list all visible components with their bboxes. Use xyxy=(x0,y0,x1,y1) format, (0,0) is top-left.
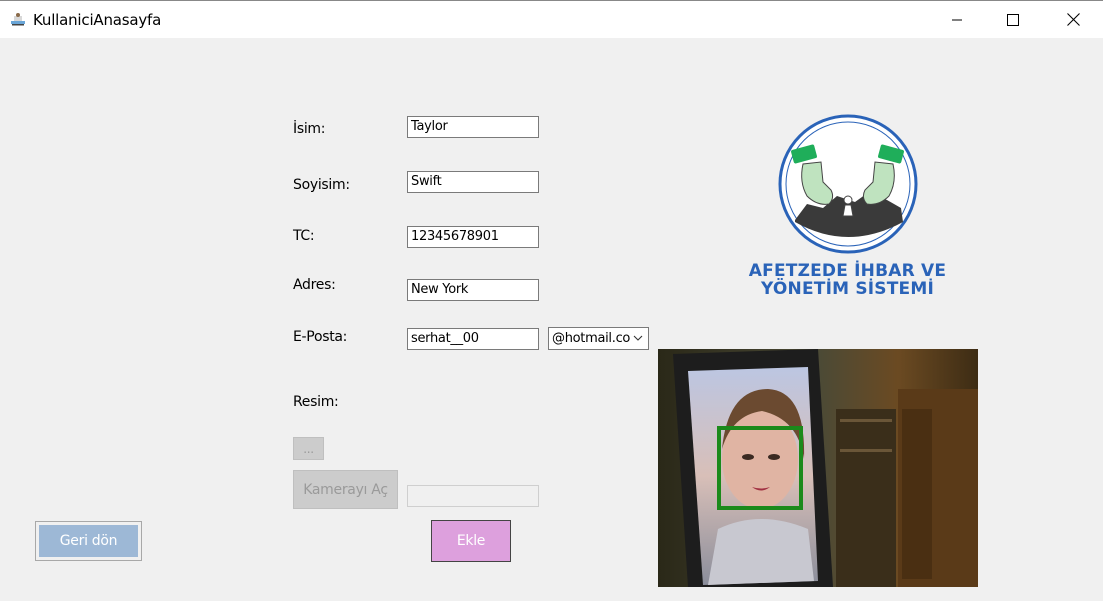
logo-line-2: YÖNETİM SİSTEMİ xyxy=(760,279,935,299)
adres-input[interactable]: New York xyxy=(407,279,539,301)
minimize-button[interactable] xyxy=(934,1,980,38)
browse-label: ... xyxy=(303,441,314,456)
logo-line-1: AFETZEDE İHBAR VE xyxy=(748,261,947,281)
isim-label: İsim: xyxy=(293,121,326,137)
soyisim-label: Soyisim: xyxy=(293,177,350,193)
chevron-down-icon xyxy=(633,335,643,341)
browse-button[interactable]: ... xyxy=(293,437,324,460)
eposta-label: E-Posta: xyxy=(293,329,348,345)
back-button[interactable]: Geri dön xyxy=(35,521,142,561)
window-title: KullaniciAnasayfa xyxy=(33,11,162,29)
image-path-input[interactable] xyxy=(407,485,539,507)
close-icon xyxy=(1066,13,1080,26)
soyisim-input[interactable]: Swift xyxy=(407,171,539,193)
maximize-icon xyxy=(1007,13,1019,26)
isim-input[interactable]: Taylor xyxy=(407,116,539,138)
eposta-domain-value: @hotmail.co xyxy=(552,331,631,346)
open-camera-label: Kamerayı Aç xyxy=(303,481,388,498)
minimize-icon xyxy=(952,19,962,20)
add-label: Ekle xyxy=(456,533,486,549)
app-icon xyxy=(11,13,25,26)
tc-input[interactable]: 12345678901 xyxy=(407,226,539,248)
maximize-button[interactable] xyxy=(990,1,1036,38)
adres-label: Adres: xyxy=(293,277,336,293)
resim-label: Resim: xyxy=(293,394,339,410)
eposta-input[interactable]: serhat__00 xyxy=(407,328,539,350)
tc-label: TC: xyxy=(293,228,315,244)
open-camera-button[interactable]: Kamerayı Aç xyxy=(293,470,398,509)
camera-frame-image xyxy=(658,349,978,587)
close-button[interactable] xyxy=(1050,1,1096,38)
camera-preview xyxy=(658,349,978,587)
back-label: Geri dön xyxy=(59,533,118,549)
add-button[interactable]: Ekle xyxy=(431,520,511,562)
eposta-domain-select[interactable]: @hotmail.co xyxy=(548,327,649,350)
title-bar: KullaniciAnasayfa xyxy=(0,0,1103,38)
app-logo: AFETZEDE İHBAR VE YÖNETİM SİSTEMİ xyxy=(745,112,950,302)
